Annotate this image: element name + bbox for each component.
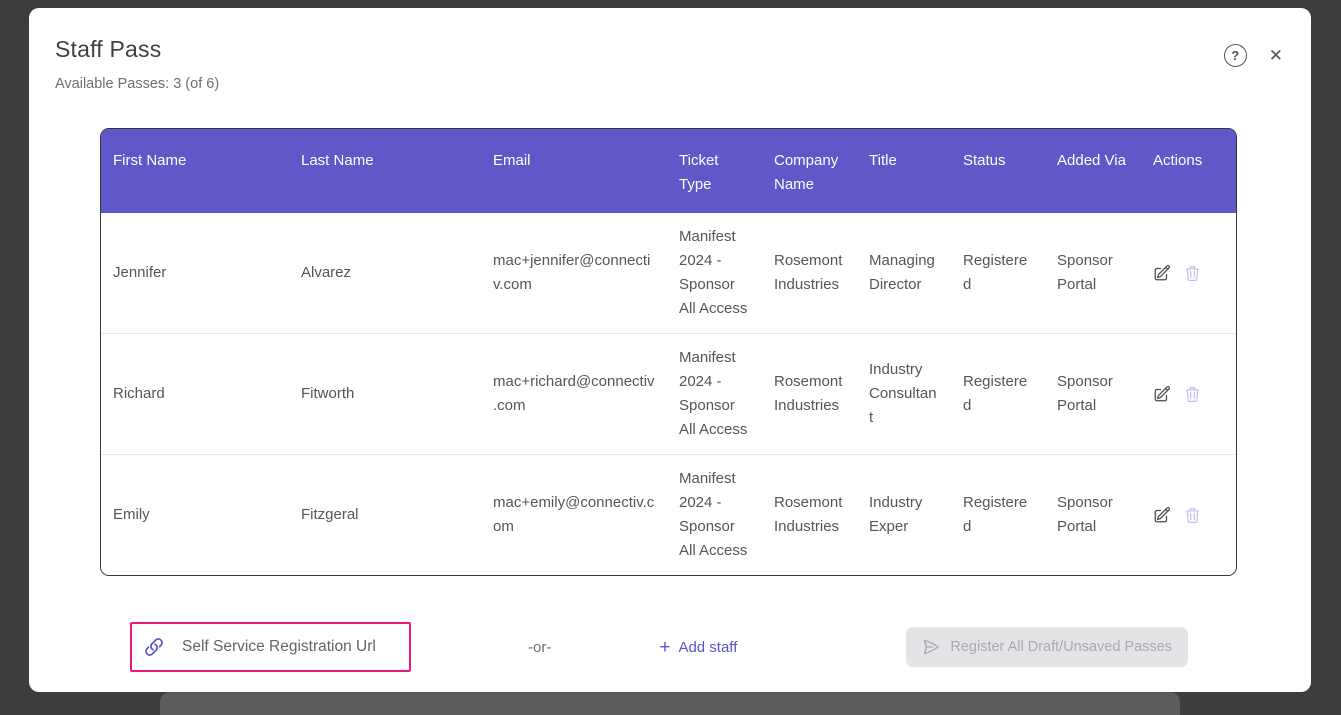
cell-last-name: Alvarez <box>289 213 481 334</box>
edit-icon[interactable] <box>1153 385 1171 403</box>
cell-last-name: Fitworth <box>289 333 481 455</box>
col-header-company-name: Company Name <box>762 129 857 213</box>
available-passes-text: Available Passes: 3 (of 6) <box>55 76 220 92</box>
cell-actions <box>1141 333 1236 455</box>
register-all-label: Register All Draft/Unsaved Passes <box>950 639 1172 655</box>
col-header-actions: Actions <box>1141 129 1236 213</box>
cell-title: Industry Consultant <box>857 333 951 455</box>
cell-first-name: Emily <box>101 454 289 575</box>
cell-email: mac+richard@connectiv.com <box>481 333 667 455</box>
cell-added-via: Sponsor Portal <box>1045 454 1141 575</box>
col-header-status: Status <box>951 129 1045 213</box>
edit-icon[interactable] <box>1153 506 1171 524</box>
cell-ticket-type: Manifest 2024 - Sponsor All Access <box>667 333 762 455</box>
col-header-added-via: Added Via <box>1045 129 1141 213</box>
cell-company-name: Rosemont Industries <box>762 454 857 575</box>
or-separator: -or- <box>528 638 552 656</box>
cell-first-name: Jennifer <box>101 213 289 334</box>
cell-email: mac+emily@connectiv.com <box>481 454 667 575</box>
modal-header: Staff Pass Available Passes: 3 (of 6) ? … <box>29 8 1311 92</box>
staff-pass-modal: Staff Pass Available Passes: 3 (of 6) ? … <box>29 8 1311 692</box>
cell-status: Registered <box>951 454 1045 575</box>
self-service-label: Self Service Registration Url <box>182 638 376 655</box>
cell-added-via: Sponsor Portal <box>1045 213 1141 334</box>
plus-icon: + <box>659 636 671 658</box>
register-all-button[interactable]: Register All Draft/Unsaved Passes <box>906 627 1188 667</box>
edit-icon[interactable] <box>1153 264 1171 282</box>
self-service-registration-link[interactable]: Self Service Registration Url <box>144 637 376 657</box>
send-icon <box>924 639 940 655</box>
col-header-last-name: Last Name <box>289 129 481 213</box>
cell-company-name: Rosemont Industries <box>762 213 857 334</box>
help-icon[interactable]: ? <box>1223 44 1247 67</box>
close-icon[interactable]: ✕ <box>1269 47 1283 64</box>
table-row: Richard Fitworth mac+richard@connectiv.c… <box>101 333 1236 455</box>
cell-actions <box>1141 213 1236 334</box>
delete-icon[interactable] <box>1184 265 1201 282</box>
table-body: Jennifer Alvarez mac+jennifer@connectiv.… <box>101 213 1236 575</box>
table-row: Jennifer Alvarez mac+jennifer@connectiv.… <box>101 213 1236 334</box>
col-header-email: Email <box>481 129 667 213</box>
self-service-highlight-box: Self Service Registration Url <box>130 622 411 672</box>
cell-company-name: Rosemont Industries <box>762 333 857 455</box>
cell-actions <box>1141 454 1236 575</box>
delete-icon[interactable] <box>1184 386 1201 403</box>
table-row: Emily Fitzgeral mac+emily@connectiv.com … <box>101 454 1236 575</box>
cell-email: mac+jennifer@connectiv.com <box>481 213 667 334</box>
background-page-remnant <box>160 692 1180 715</box>
staff-pass-table: First Name Last Name Email Ticket Type C… <box>101 129 1236 575</box>
col-header-title: Title <box>857 129 951 213</box>
cell-status: Registered <box>951 213 1045 334</box>
modal-title-block: Staff Pass Available Passes: 3 (of 6) <box>55 36 219 92</box>
col-header-ticket-type: Ticket Type <box>667 129 762 213</box>
cell-title: Industry Exper <box>857 454 951 575</box>
table-header: First Name Last Name Email Ticket Type C… <box>101 129 1236 213</box>
cell-first-name: Richard <box>101 333 289 455</box>
add-staff-button[interactable]: + Add staff <box>659 638 737 657</box>
add-staff-label: Add staff <box>678 638 738 656</box>
delete-icon[interactable] <box>1184 507 1201 524</box>
page-title: Staff Pass <box>55 36 162 62</box>
table-header-row: First Name Last Name Email Ticket Type C… <box>101 129 1236 213</box>
cell-status: Registered <box>951 333 1045 455</box>
staff-pass-table-container: First Name Last Name Email Ticket Type C… <box>100 128 1237 576</box>
modal-header-actions: ? ✕ <box>1223 44 1283 67</box>
cell-ticket-type: Manifest 2024 - Sponsor All Access <box>667 213 762 334</box>
cell-title: Managing Director <box>857 213 951 334</box>
cell-last-name: Fitzgeral <box>289 454 481 575</box>
col-header-first-name: First Name <box>101 129 289 213</box>
cell-added-via: Sponsor Portal <box>1045 333 1141 455</box>
modal-footer: Self Service Registration Url -or- + Add… <box>29 622 1311 672</box>
link-icon <box>145 638 163 656</box>
cell-ticket-type: Manifest 2024 - Sponsor All Access <box>667 454 762 575</box>
